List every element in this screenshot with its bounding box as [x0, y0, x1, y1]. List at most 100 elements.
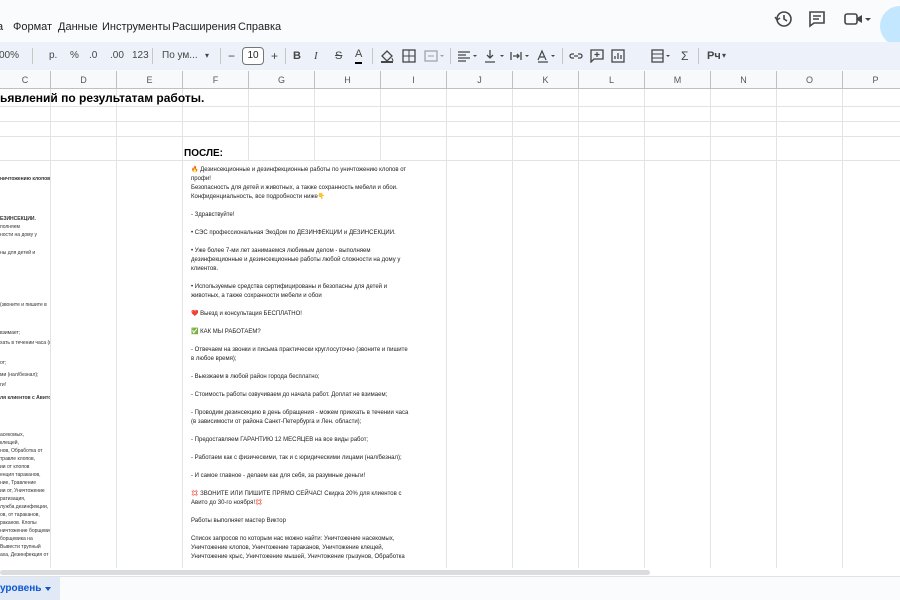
column-header-o[interactable]: O [777, 71, 843, 89]
left-fragment: ии от клопов [0, 464, 30, 470]
column-header-e[interactable]: E [117, 71, 183, 89]
text-color-button[interactable]: A [355, 48, 363, 64]
increase-decimal-button[interactable]: .00 [110, 48, 124, 64]
sheet-heading: ьявлений по результатам работы. [0, 91, 205, 105]
borders-icon[interactable] [402, 49, 416, 63]
input-tools-button[interactable]: Рч [707, 48, 721, 64]
vertical-align-icon[interactable] [484, 49, 506, 63]
decrease-decimal-button[interactable]: .0 [89, 48, 97, 64]
text-paragraph: ❤️ Выезд и консультация БЕСПЛАТНО! [191, 311, 302, 317]
more-formats-button[interactable]: 123 [132, 48, 149, 64]
increase-font-size-button[interactable]: + [271, 48, 278, 64]
bold-button[interactable]: B [293, 48, 301, 64]
left-fragment: раканов. Клопы [0, 520, 37, 526]
grid-line [0, 121, 900, 122]
share-button[interactable] [880, 6, 900, 46]
column-header-l[interactable]: L [579, 71, 645, 89]
insert-chart-icon[interactable] [611, 49, 625, 63]
text-paragraph: - Предоставляем ГАРАНТИЮ 12 МЕСЯЦЕВ на в… [191, 437, 369, 443]
sheet-tab-active[interactable]: уровень [0, 577, 60, 600]
zoom-select[interactable]: 00% [0, 48, 19, 64]
left-fragment: травле клопов, [0, 456, 36, 462]
strikethrough-button[interactable]: S [335, 48, 342, 64]
left-fragment: ЕЗИНСЕКЦИИ. [0, 216, 36, 222]
text-paragraph: 🔥 Дезинсекционные и дезинфекционные рабо… [191, 167, 407, 200]
sheet-tab-bar: уровень [0, 576, 900, 600]
grid-line [446, 89, 447, 576]
text-paragraph: Работы выполняет мастер Виктор [191, 518, 286, 524]
column-header-h[interactable]: H [315, 71, 381, 89]
toolbar-divider [372, 48, 373, 64]
column-headers: C D E F G H I J K L M N O P [0, 71, 900, 89]
grid-line [116, 89, 117, 576]
left-fragment: клещей, [0, 440, 19, 446]
left-fragment: ии от, Уничтожение [0, 488, 45, 494]
left-fragment: ны для детей и [0, 250, 36, 256]
grid-line [0, 160, 900, 161]
column-header-d[interactable]: D [51, 71, 117, 89]
grid-line [842, 89, 843, 576]
column-header-k[interactable]: K [513, 71, 579, 89]
left-fragment: нов, Обработка от [0, 448, 43, 454]
ad-text-cell[interactable]: 🔥 Дезинсекционные и дезинфекционные рабо… [184, 161, 416, 576]
filter-views-icon[interactable] [651, 49, 673, 63]
left-fragment: асекомых, [0, 432, 25, 438]
left-fragment: от; [0, 360, 7, 366]
left-fragment: ние, Травление [0, 480, 37, 486]
column-header-i[interactable]: I [381, 71, 447, 89]
column-header-j[interactable]: J [447, 71, 513, 89]
currency-format-button[interactable]: р. [49, 48, 57, 64]
text-paragraph: • Используемые средства сертифицированы … [191, 284, 388, 299]
align-left-icon[interactable] [457, 49, 479, 63]
text-paragraph: • СЭС профессиональная ЭкоДом по ДЕЗИНФЕ… [191, 230, 396, 236]
text-rotation-icon[interactable] [537, 49, 559, 63]
meet-video-icon[interactable] [843, 8, 873, 30]
italic-button[interactable]: I [314, 48, 318, 64]
column-header-f[interactable]: F [183, 71, 249, 89]
chevron-down-icon[interactable] [45, 587, 51, 591]
chevron-down-icon: ▾ [722, 51, 727, 60]
font-select[interactable]: По ум... [162, 48, 198, 64]
comments-icon[interactable] [806, 8, 828, 30]
grid-line [512, 89, 513, 576]
functions-button[interactable]: Σ [681, 48, 688, 64]
column-header-m[interactable]: M [645, 71, 711, 89]
toolbar-divider [152, 48, 153, 64]
fill-color-icon[interactable] [380, 49, 394, 63]
horizontal-scrollbar[interactable] [0, 568, 900, 576]
left-fragment: лужба дезинфекции, [0, 504, 49, 510]
left-fragment: ничтожение борщевика, [0, 528, 50, 534]
grid-line [644, 89, 645, 576]
column-header-n[interactable]: N [711, 71, 777, 89]
column-header-c[interactable]: C [0, 71, 51, 89]
text-paragraph: - Здравствуйте! [191, 212, 235, 218]
column-header-p[interactable]: P [843, 71, 900, 89]
toolbar-divider [698, 48, 699, 64]
left-fragment: ги! [0, 382, 7, 388]
decrease-font-size-button[interactable]: − [228, 48, 235, 64]
column-header-g[interactable]: G [249, 71, 315, 89]
toolbar-divider [562, 48, 563, 64]
toolbar-divider [220, 48, 221, 64]
text-wrap-icon[interactable] [510, 49, 532, 63]
cell-grid[interactable]: ьявлений по результатам работы. ПОСЛЕ: н… [0, 89, 900, 576]
left-fragment: Вывести трупный [0, 544, 41, 550]
grid-line [0, 136, 900, 137]
merge-cells-icon[interactable] [424, 49, 446, 63]
font-size-input[interactable]: 10 [242, 47, 264, 65]
percent-format-button[interactable]: % [70, 48, 79, 64]
left-fragment: ничтожению клопов от [0, 176, 50, 182]
menu-bar: а Формат Данные Инструменты Расширения С… [0, 0, 900, 46]
link-icon[interactable] [569, 49, 583, 63]
grid-line [50, 89, 51, 576]
toolbar-divider [32, 48, 33, 64]
chevron-down-icon: ▾ [205, 51, 210, 60]
history-icon[interactable] [773, 8, 795, 30]
left-fragment: полняем [0, 224, 20, 230]
comment-add-icon[interactable] [590, 49, 604, 64]
toolbar-divider [450, 48, 451, 64]
left-column-text: ничтожению клопов от ЕЗИНСЕКЦИИ. полняем… [0, 161, 50, 576]
toolbar-divider [285, 48, 286, 64]
scrollbar-thumb[interactable] [0, 570, 650, 575]
text-paragraph: • Уже более 7-ми лет занимаемся любимым … [191, 248, 401, 272]
